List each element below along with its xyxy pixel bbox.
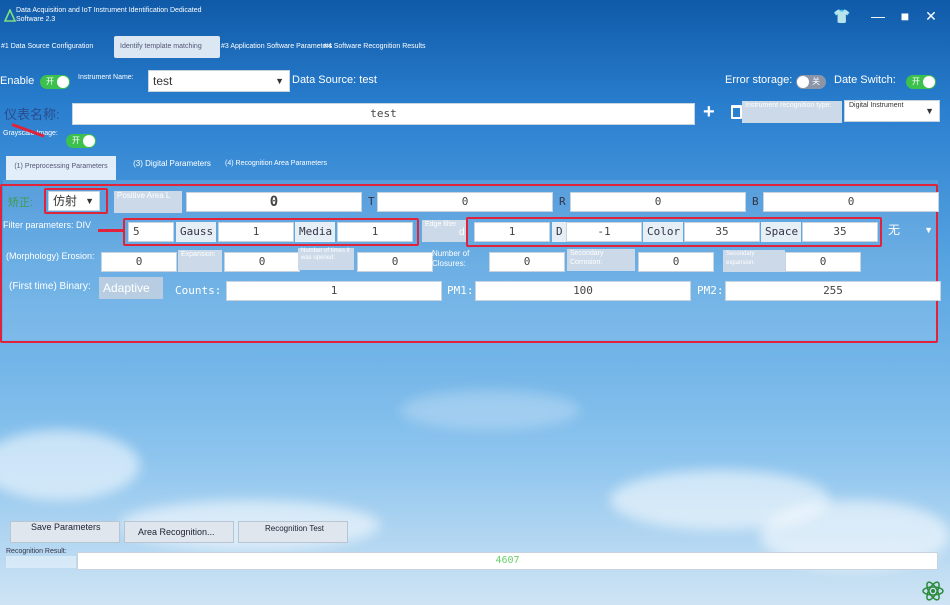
d-label: D: [552, 222, 566, 242]
secondary-expansion-field[interactable]: 0: [785, 252, 861, 272]
counts-label: Counts:: [175, 284, 222, 297]
b-label: B: [752, 195, 759, 208]
pm1-label: PM1:: [447, 284, 474, 297]
closures-label: Number of Closures:: [432, 249, 470, 268]
r-label: R: [559, 195, 566, 208]
closures-field[interactable]: 0: [489, 252, 565, 272]
filter-params-label: Filter parameters: DIV: [3, 220, 92, 230]
annotation-arrow: [98, 229, 124, 232]
toggle-text: 开: [912, 77, 920, 86]
recognition-result-field: 4607: [77, 552, 938, 570]
toggle-text: 开: [46, 77, 54, 86]
chevron-down-icon: ▼: [925, 106, 934, 116]
chevron-down-icon: ▼: [924, 225, 933, 235]
app-logo-icon: [4, 9, 16, 22]
media-field[interactable]: 1: [337, 222, 413, 242]
area-recognition-button[interactable]: Area Recognition...: [124, 521, 234, 543]
correction-label: 矫正:: [8, 197, 34, 209]
counts-field[interactable]: 1: [226, 281, 442, 301]
select-value: Digital Instrument: [849, 102, 904, 109]
secondary-expansion-label: Secondary expansion:: [723, 250, 785, 272]
media-label: Media: [295, 222, 335, 242]
toggle-knob: [923, 76, 935, 88]
r-field[interactable]: 0: [570, 192, 746, 212]
gauss-field[interactable]: 1: [218, 222, 294, 242]
data-source-label: Data Source: test: [292, 74, 377, 86]
color-label: Color: [643, 222, 683, 242]
expansion-label: Expansion:: [178, 250, 222, 272]
recognition-type-select[interactable]: Digital Instrument ▼: [844, 100, 940, 122]
toggle-text: 开: [72, 136, 80, 145]
pm2-label: PM2:: [697, 284, 724, 297]
gauss-label: Gauss: [176, 222, 216, 242]
instrument-name-cn-label: 仪表名称:: [4, 107, 60, 122]
date-switch-toggle[interactable]: 开: [906, 75, 936, 89]
tab-data-source[interactable]: #1 Data Source Configuration: [1, 36, 111, 58]
space-field[interactable]: 35: [802, 222, 878, 242]
save-parameters-button[interactable]: Save Parameters: [10, 521, 120, 543]
secondary-corrosion-label: Secondary Corrosion:: [567, 249, 635, 271]
instrument-name-field[interactable]: test: [72, 103, 695, 125]
secondary-corrosion-field[interactable]: 0: [638, 252, 714, 272]
chevron-down-icon: ▼: [275, 76, 284, 86]
recognition-type-label: Instrument recognition type:: [742, 101, 842, 123]
d-field[interactable]: -1: [566, 222, 642, 242]
div-field[interactable]: 5: [128, 222, 174, 242]
edge-filter-field[interactable]: 1: [474, 222, 550, 242]
enable-toggle[interactable]: 开: [40, 75, 70, 89]
trash-icon[interactable]: [731, 105, 742, 119]
cloud-decoration: [0, 430, 140, 500]
pm2-field[interactable]: 255: [725, 281, 941, 301]
binary-mode-select[interactable]: Adaptive: [99, 277, 163, 299]
tab-template-matching[interactable]: Identify template matching: [114, 36, 220, 58]
t-label: T: [368, 195, 375, 208]
toggle-text: 关: [812, 77, 820, 86]
subtab-digital[interactable]: (3) Digital Parameters: [128, 158, 216, 180]
result-label-background: [6, 556, 76, 568]
positive-area-l-field[interactable]: 0: [186, 192, 362, 212]
positive-area-label: Positive Area L: [114, 191, 182, 213]
add-icon[interactable]: +: [703, 101, 715, 124]
error-storage-label: Error storage:: [725, 74, 793, 86]
skin-icon[interactable]: 👕: [832, 6, 852, 26]
cloud-decoration: [400, 390, 580, 430]
select-value: test: [153, 74, 173, 88]
erosion-field[interactable]: 0: [101, 252, 177, 272]
opened-label: Number of times it was opened:: [298, 248, 354, 270]
error-storage-toggle[interactable]: 关: [796, 75, 826, 89]
toggle-knob: [57, 76, 69, 88]
highlight-box: [44, 188, 108, 214]
d-prefix-label: d: [459, 227, 465, 238]
filter-mode-select[interactable]: 无 ▼: [884, 220, 938, 242]
close-icon[interactable]: ✕: [921, 6, 941, 26]
recognition-result-label: Recognition Result:: [6, 548, 67, 555]
maximize-icon[interactable]: ■: [895, 6, 915, 26]
instrument-name-label: Instrument Name:: [78, 74, 134, 81]
tab-recognition-results[interactable]: #4 Software Recognition Results: [324, 36, 434, 58]
title-bar: Data Acquisition and IoT Instrument Iden…: [0, 0, 950, 32]
date-switch-label: Date Switch:: [834, 74, 896, 86]
toggle-knob: [797, 76, 809, 88]
subtab-preprocessing[interactable]: (1) Preprocessing Parameters: [6, 156, 116, 180]
minimize-icon[interactable]: —: [868, 6, 888, 26]
recognition-test-button[interactable]: Recognition Test: [238, 521, 348, 543]
toggle-knob: [83, 135, 95, 147]
window-title: Data Acquisition and IoT Instrument Iden…: [16, 7, 202, 23]
binary-label: (First time) Binary:: [9, 281, 91, 292]
atom-logo-icon: [922, 581, 944, 601]
subtab-recognition-area[interactable]: (4) Recognition Area Parameters: [220, 158, 332, 180]
t-field[interactable]: 0: [377, 192, 553, 212]
color-field[interactable]: 35: [684, 222, 760, 242]
enable-label: Enable: [0, 75, 35, 87]
erosion-label: (Morphology) Erosion:: [6, 251, 95, 261]
b-field[interactable]: 0: [763, 192, 939, 212]
instrument-name-select[interactable]: test ▼: [148, 70, 290, 92]
expansion-field[interactable]: 0: [224, 252, 300, 272]
pm1-field[interactable]: 100: [475, 281, 691, 301]
opened-field[interactable]: 0: [357, 252, 433, 272]
space-label: Space: [761, 222, 801, 242]
tab-app-params[interactable]: #3 Application Software Parameters: [221, 36, 332, 58]
grayscale-toggle[interactable]: 开: [66, 134, 96, 148]
select-value: 无: [888, 223, 901, 237]
